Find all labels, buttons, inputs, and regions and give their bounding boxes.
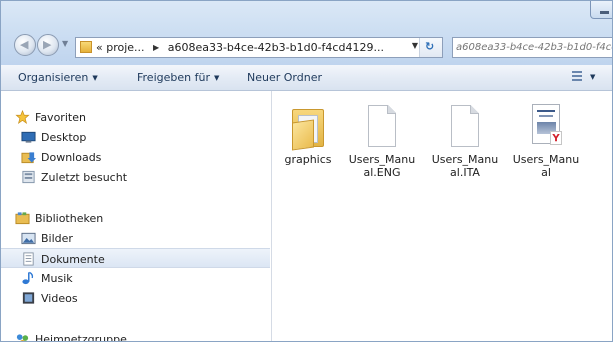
- nav-item-pictures[interactable]: Bilder: [1, 228, 270, 248]
- pdf-icon: [550, 131, 562, 145]
- refresh-button[interactable]: ↻: [419, 38, 442, 57]
- nav-item-label: Videos: [41, 292, 78, 305]
- nav-libraries-label: Bibliotheken: [35, 212, 104, 225]
- nav-item-videos[interactable]: Videos: [1, 288, 270, 308]
- nav-homegroup-label: Heimnetzgruppe: [35, 333, 127, 342]
- nav-homegroup[interactable]: Heimnetzgruppe: [1, 329, 270, 342]
- homegroup-icon: [16, 334, 29, 341]
- file-name: graphics: [284, 153, 332, 166]
- new-folder-label: Neuer Ordner: [247, 71, 322, 84]
- file-name: Users_Manual: [512, 153, 580, 179]
- star-icon: [15, 110, 30, 124]
- desktop-icon: [21, 131, 36, 143]
- videos-icon: [22, 292, 35, 304]
- nav-libraries[interactable]: Bibliotheken: [1, 208, 270, 228]
- pdf-thumbnail-icon: [528, 103, 564, 149]
- share-label: Freigeben für: [137, 71, 210, 84]
- breadcrumb-segment[interactable]: proje...: [106, 41, 144, 54]
- file-name: Users_Manual.ITA: [431, 153, 499, 179]
- chevron-down-icon: ▼: [92, 74, 98, 82]
- downloads-icon: [21, 152, 36, 164]
- organize-label: Organisieren: [18, 71, 89, 84]
- nav-item-label: Bilder: [41, 232, 73, 245]
- file-name: Users_Manual.ENG: [348, 153, 416, 179]
- breadcrumb-overflow[interactable]: «: [96, 41, 103, 54]
- nav-favorites[interactable]: Favoriten: [1, 107, 270, 127]
- nav-item-downloads[interactable]: Downloads: [1, 147, 270, 167]
- back-arrow-icon: ◀: [20, 38, 29, 51]
- breadcrumb: « proje... ▶ a608ea33-b4ce-42b3-b1d0-f4c…: [96, 41, 384, 54]
- folder-icon: [290, 103, 326, 151]
- pictures-icon: [21, 232, 36, 245]
- view-options-icon[interactable]: [570, 70, 584, 83]
- forward-arrow-icon: ▶: [43, 38, 52, 51]
- nav-item-recent-places[interactable]: Zuletzt besucht: [1, 167, 270, 187]
- chevron-down-icon[interactable]: ▼: [412, 41, 418, 50]
- libraries-icon: [15, 212, 30, 225]
- nav-item-label: Downloads: [41, 151, 102, 164]
- file-item-users-manual-pdf[interactable]: Users_Manual: [512, 103, 580, 179]
- file-item-users-manual-ita[interactable]: Users_Manual.ITA: [431, 103, 499, 179]
- explorer-window: ◀ ▶ ▼ « proje... ▶ a608ea33-b4ce-42b3-b1…: [0, 0, 613, 342]
- nav-favorites-label: Favoriten: [35, 111, 86, 124]
- new-folder-button[interactable]: Neuer Ordner: [247, 71, 322, 84]
- back-button[interactable]: ◀: [14, 34, 36, 56]
- refresh-icon: ↻: [425, 40, 435, 53]
- search-box[interactable]: [452, 37, 612, 58]
- minimize-button[interactable]: [590, 1, 612, 19]
- title-bar: ◀ ▶ ▼ « proje... ▶ a608ea33-b4ce-42b3-b1…: [1, 1, 612, 66]
- document-icon: [364, 103, 400, 149]
- chevron-down-icon[interactable]: ▼: [590, 73, 595, 81]
- recent-pages-dropdown-icon[interactable]: ▼: [62, 39, 68, 48]
- file-item-graphics[interactable]: graphics: [274, 103, 342, 166]
- forward-button[interactable]: ▶: [37, 34, 59, 56]
- recent-places-icon: [22, 170, 35, 184]
- chevron-down-icon: ▼: [213, 74, 220, 82]
- file-list: graphics Users_Manual.ENG Users_Manual.I…: [272, 91, 612, 341]
- nav-item-label: Zuletzt besucht: [41, 171, 128, 184]
- folder-icon: [80, 41, 92, 53]
- document-icon: [447, 103, 483, 149]
- organize-button[interactable]: Organisieren ▼: [18, 71, 98, 84]
- file-item-users-manual-eng[interactable]: Users_Manual.ENG: [348, 103, 416, 179]
- breadcrumb-segment[interactable]: a608ea33-b4ce-42b3-b1d0-f4cd4129...: [168, 41, 384, 54]
- music-icon: [22, 271, 34, 285]
- nav-item-label: Dokumente: [41, 253, 105, 266]
- command-bar: Organisieren ▼ Freigeben für ▼ Neuer Ordne…: [1, 65, 612, 91]
- chevron-right-icon[interactable]: ▶: [153, 43, 159, 52]
- nav-item-music[interactable]: Musik: [1, 268, 270, 288]
- share-button[interactable]: Freigeben für ▼: [137, 71, 219, 84]
- nav-item-label: Desktop: [41, 131, 87, 144]
- documents-icon: [23, 252, 34, 266]
- nav-item-desktop[interactable]: Desktop: [1, 127, 270, 147]
- nav-item-documents[interactable]: Dokumente: [1, 248, 270, 268]
- search-input[interactable]: [456, 39, 612, 56]
- address-bar[interactable]: « proje... ▶ a608ea33-b4ce-42b3-b1d0-f4c…: [75, 37, 443, 58]
- navigation-pane: Favoriten Desktop Downloads Zuletzt besu…: [1, 91, 272, 342]
- nav-item-label: Musik: [41, 272, 73, 285]
